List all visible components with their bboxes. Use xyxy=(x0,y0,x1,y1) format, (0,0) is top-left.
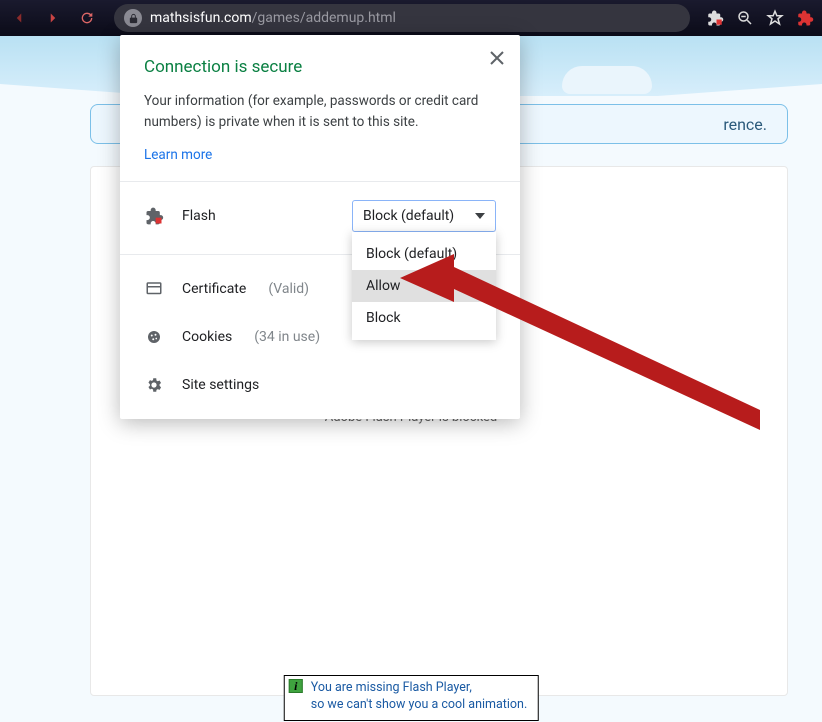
learn-more-link[interactable]: Learn more xyxy=(144,147,212,163)
flash-permission-select[interactable]: Block (default) xyxy=(352,200,496,232)
select-current-value: Block (default) xyxy=(363,208,454,224)
extension-puzzle-icon[interactable] xyxy=(794,7,816,29)
back-button[interactable] xyxy=(6,5,32,31)
cloud-graphic xyxy=(562,66,652,94)
cookies-status: (34 in use) xyxy=(254,329,320,345)
site-info-popup: Connection is secure Your information (f… xyxy=(120,35,520,419)
flash-banner-line2: so we can't show you a cool animation. xyxy=(311,697,528,712)
cookie-icon xyxy=(144,327,164,347)
certificate-label: Certificate xyxy=(182,281,246,297)
certificate-icon xyxy=(144,279,164,299)
flash-permission-dropdown: Block (default) Allow Block xyxy=(352,232,496,340)
site-settings-label: Site settings xyxy=(182,377,259,393)
flash-banner-line1: You are missing Flash Player, xyxy=(311,680,472,695)
info-icon: i xyxy=(289,679,303,693)
reload-button[interactable] xyxy=(74,5,100,31)
flash-plugin-icon xyxy=(144,206,164,226)
close-button[interactable] xyxy=(482,43,512,73)
site-settings-row[interactable]: Site settings xyxy=(120,361,520,409)
popup-title: Connection is secure xyxy=(144,57,496,77)
popup-description: Your information (for example, passwords… xyxy=(144,91,496,133)
certificate-status: (Valid) xyxy=(268,281,309,297)
option-block-default[interactable]: Block (default) xyxy=(352,238,496,270)
option-block[interactable]: Block xyxy=(352,302,496,334)
missing-flash-banner: i You are missing Flash Player, so we ca… xyxy=(284,675,539,721)
chevron-down-icon xyxy=(475,213,485,219)
address-bar[interactable]: mathsisfun.com/games/addemup.html xyxy=(114,4,690,32)
flash-label: Flash xyxy=(182,208,334,224)
option-allow[interactable]: Allow xyxy=(352,270,496,302)
announcement-text-fragment: rence. xyxy=(723,115,767,134)
browser-toolbar: mathsisfun.com/games/addemup.html xyxy=(0,0,822,36)
forward-button[interactable] xyxy=(40,5,66,31)
url-text: mathsisfun.com/games/addemup.html xyxy=(150,10,396,26)
lock-icon[interactable] xyxy=(124,9,142,27)
gear-icon xyxy=(144,375,164,395)
bookmark-star-icon[interactable] xyxy=(764,7,786,29)
cookies-label: Cookies xyxy=(182,329,232,345)
zoom-icon[interactable] xyxy=(734,7,756,29)
flash-permission-row: Flash Block (default) Block (default) Al… xyxy=(120,182,520,255)
extensions-icon[interactable] xyxy=(704,7,726,29)
